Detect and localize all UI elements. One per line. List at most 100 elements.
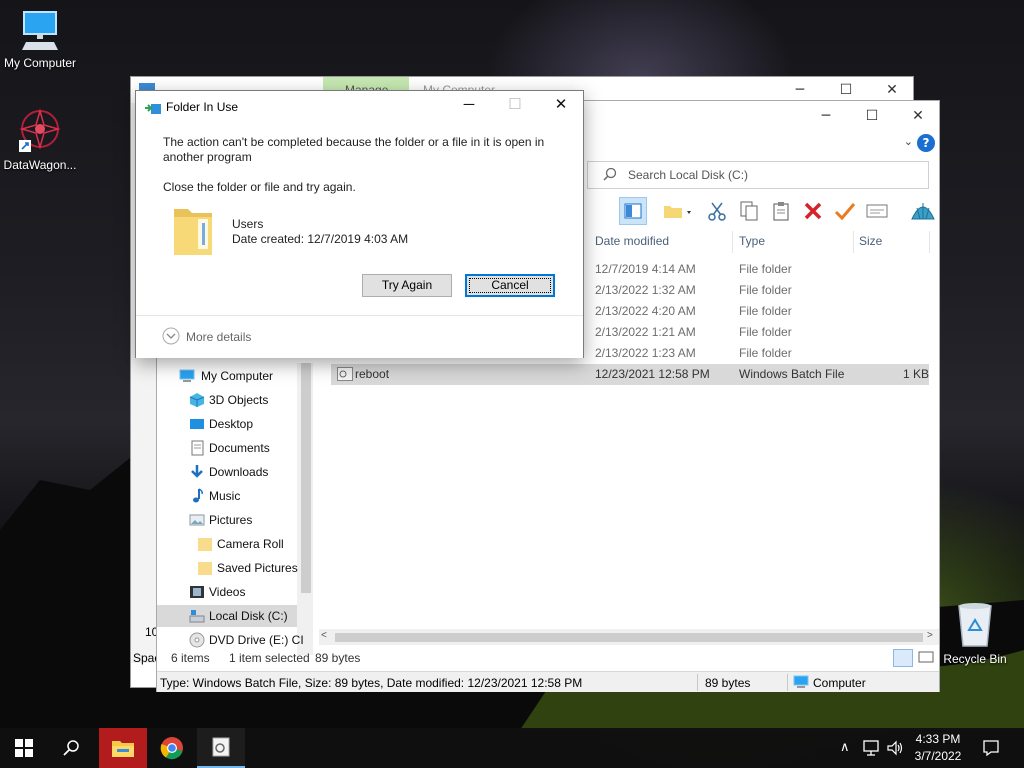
nav-item-desktop[interactable]: Desktop xyxy=(157,413,297,435)
minimize-button[interactable]: ─ xyxy=(803,103,849,129)
dialog-close-button[interactable]: ✕ xyxy=(538,91,584,121)
column-header-size[interactable]: Size xyxy=(859,234,882,248)
recycle-bin-icon xyxy=(958,603,992,647)
column-headers: Date modified Type Size xyxy=(587,231,931,253)
close-button[interactable]: ✕ xyxy=(895,103,941,129)
new-folder-button[interactable] xyxy=(657,197,697,225)
chevron-down-icon[interactable] xyxy=(162,327,180,345)
taskbar-batch-file[interactable] xyxy=(197,728,245,768)
file-size: 1 KB xyxy=(903,367,930,381)
desktop-icon xyxy=(190,419,204,429)
desktop-icon-recycle-bin[interactable]: Recycle Bin xyxy=(935,600,1015,666)
column-header-type[interactable]: Type xyxy=(739,234,765,248)
large-icons-view-button[interactable] xyxy=(917,649,937,667)
nav-item-label: Pictures xyxy=(209,513,253,527)
column-header-date-modified[interactable]: Date modified xyxy=(595,234,669,248)
desktop-icon-label: My Computer xyxy=(3,56,77,70)
nav-item-downloads[interactable]: Downloads xyxy=(157,461,297,483)
nav-item-documents[interactable]: Documents xyxy=(157,437,297,459)
details-view-button[interactable] xyxy=(893,649,913,667)
try-again-button[interactable]: Try Again xyxy=(362,274,452,297)
file-type: File folder xyxy=(739,304,792,318)
more-details-link[interactable]: More details xyxy=(186,330,251,344)
dialog-minimize-button[interactable]: ─ xyxy=(446,91,492,121)
cut-button[interactable] xyxy=(703,197,731,225)
file-explorer-icon xyxy=(112,741,134,757)
dialog-maximize-button[interactable]: ☐ xyxy=(492,91,538,121)
large-icons-view-icon xyxy=(918,651,934,663)
dvd-drive-icon xyxy=(189,632,205,648)
navigation-pane: My Computer 3D Objects Desktop Documents… xyxy=(157,363,313,655)
nav-item-label: Videos xyxy=(209,585,246,599)
folder-icon xyxy=(198,562,212,575)
cancel-button[interactable]: Cancel xyxy=(465,274,555,297)
shell-button[interactable] xyxy=(909,197,937,225)
show-hidden-icons-chevron-icon[interactable]: ∧ xyxy=(840,740,850,755)
scroll-right-arrow-icon[interactable]: > xyxy=(927,630,933,641)
nav-item-3d-objects[interactable]: 3D Objects xyxy=(157,389,297,411)
horizontal-scrollbar-thumb[interactable] xyxy=(335,633,923,642)
properties-button[interactable] xyxy=(863,197,891,225)
taskbar: ∧ 4:33 PM 3/7/2022 xyxy=(0,728,1024,768)
preview-pane-button[interactable] xyxy=(619,197,647,225)
batch-file-icon xyxy=(337,367,353,381)
ribbon-expand-chevron-icon[interactable]: ⌄ xyxy=(904,135,913,148)
help-icon[interactable]: ? xyxy=(917,134,935,152)
nav-item-pictures[interactable]: Pictures xyxy=(157,509,297,531)
search-button[interactable] xyxy=(48,728,96,768)
folder-icon xyxy=(174,209,212,255)
downloads-icon xyxy=(191,465,203,478)
desktop-icon-my-computer[interactable]: My Computer xyxy=(0,10,80,70)
taskbar-clock-date[interactable]: 3/7/2022 xyxy=(908,749,968,763)
nav-item-camera-roll[interactable]: Camera Roll xyxy=(157,533,297,555)
nav-item-label: Local Disk (C:) xyxy=(209,609,288,623)
taskbar-file-explorer[interactable] xyxy=(99,728,147,768)
search-icon xyxy=(63,740,79,756)
music-icon xyxy=(193,488,203,503)
nav-item-saved-pictures[interactable]: Saved Pictures xyxy=(157,557,298,579)
nav-item-my-computer[interactable]: My Computer xyxy=(157,365,297,387)
start-button[interactable] xyxy=(0,728,48,768)
copy-icon xyxy=(740,201,758,221)
action-center-icon[interactable] xyxy=(982,739,1000,757)
file-date: 2/13/2022 1:32 AM xyxy=(595,283,696,297)
documents-icon xyxy=(191,440,204,456)
maximize-button[interactable]: ☐ xyxy=(849,103,895,129)
folder-icon xyxy=(198,538,212,551)
clipboard-icon xyxy=(773,202,789,221)
nav-item-label: 3D Objects xyxy=(209,393,269,407)
dialog-message: The action can't be completed because th… xyxy=(163,135,545,164)
search-icon xyxy=(603,167,617,181)
copy-button[interactable] xyxy=(735,197,763,225)
paste-button[interactable] xyxy=(767,197,795,225)
volume-icon[interactable] xyxy=(886,740,904,756)
status-item-count: 6 items xyxy=(171,651,210,665)
nav-item-label: Desktop xyxy=(209,417,254,431)
nav-item-label: Camera Roll xyxy=(217,537,284,551)
batch-file-icon xyxy=(212,737,230,757)
nav-item-music[interactable]: Music xyxy=(157,485,297,507)
nav-item-local-disk[interactable]: Local Disk (C:) xyxy=(157,605,297,627)
taskbar-chrome[interactable] xyxy=(148,728,196,768)
dialog-item-name: Users xyxy=(232,217,264,231)
desktop-icon-datawagon[interactable]: DataWagon... xyxy=(0,108,80,172)
nav-item-label: Music xyxy=(209,489,241,503)
windows-logo-icon xyxy=(15,739,33,757)
rename-button[interactable] xyxy=(831,197,859,225)
search-input[interactable]: Search Local Disk (C:) xyxy=(587,161,929,189)
file-type: Windows Batch File xyxy=(739,367,845,381)
quick-toolbar xyxy=(619,197,939,227)
scroll-left-arrow-icon[interactable]: < xyxy=(321,630,327,641)
try-again-label: Try Again xyxy=(381,278,433,292)
file-name: reboot xyxy=(355,367,390,381)
desktop-icon-label: DataWagon... xyxy=(3,158,77,172)
file-type: File folder xyxy=(739,262,792,276)
file-row-selected[interactable]: reboot 12/23/2021 12:58 PM Windows Batch… xyxy=(331,364,929,385)
delete-button[interactable] xyxy=(799,197,827,225)
folder-in-use-dialog[interactable]: Folder In Use ─ ☐ ✕ The action can't be … xyxy=(135,90,584,358)
taskbar-clock-time[interactable]: 4:33 PM xyxy=(908,732,968,746)
details-bar: Type: Windows Batch File, Size: 89 bytes… xyxy=(157,671,939,692)
status-selected-count: 1 item selected xyxy=(229,651,310,665)
nav-item-videos[interactable]: Videos xyxy=(157,581,297,603)
network-icon[interactable] xyxy=(862,740,880,756)
